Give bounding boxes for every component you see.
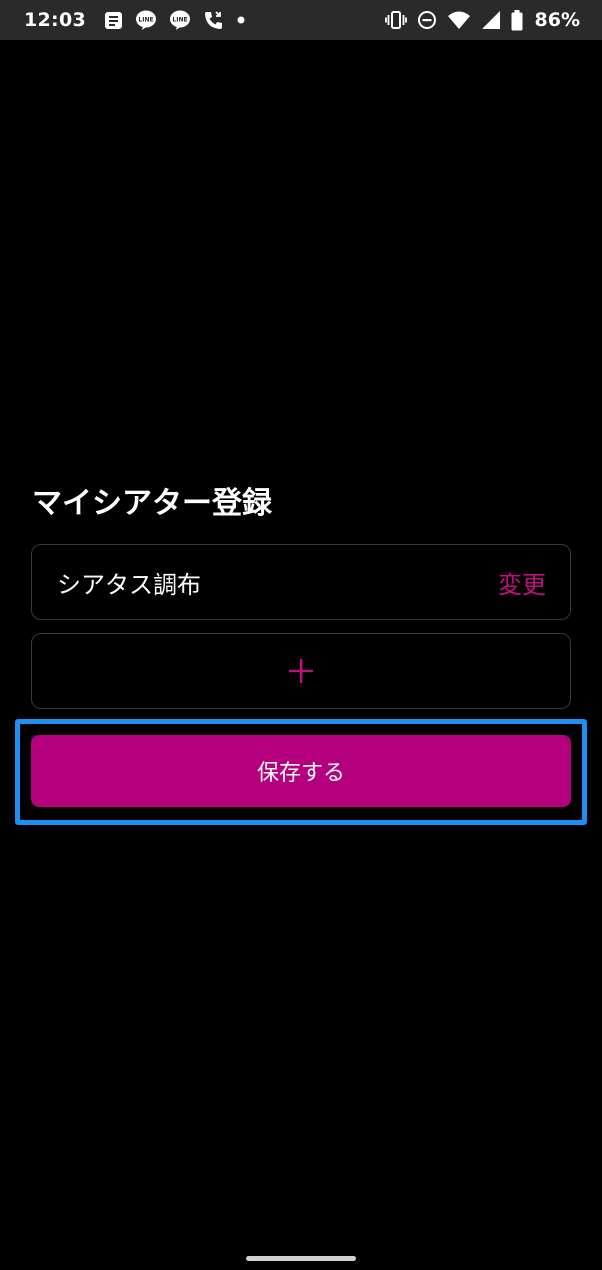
plus-icon [288, 658, 314, 684]
system-icons: 86% [384, 9, 580, 31]
save-button[interactable]: 保存する [31, 735, 571, 807]
phone-call-icon [203, 10, 224, 31]
page-title: マイシアター登録 [32, 486, 272, 521]
add-theater-button[interactable] [31, 633, 571, 709]
status-bar: 12:03 LINE LINE 86% [0, 0, 602, 40]
notification-icons: LINE LINE [104, 9, 246, 31]
line-app-icon: LINE [169, 9, 191, 31]
battery-percent: 86% [534, 9, 580, 31]
change-theater-link[interactable]: 変更 [498, 565, 546, 600]
svg-text:LINE: LINE [138, 17, 153, 24]
status-time: 12:03 [24, 9, 86, 31]
home-indicator[interactable] [246, 1256, 356, 1261]
svg-text:LINE: LINE [172, 17, 187, 24]
battery-icon [511, 9, 523, 31]
message-icon [104, 11, 123, 30]
do-not-disturb-icon [417, 10, 437, 30]
dot-icon [236, 15, 246, 25]
theater-row: シアタス調布 変更 [31, 544, 571, 620]
wifi-icon [447, 10, 471, 30]
cell-signal-icon [481, 10, 501, 30]
vibrate-icon [384, 10, 407, 30]
line-app-icon: LINE [135, 9, 157, 31]
theater-name: シアタス調布 [57, 570, 201, 599]
